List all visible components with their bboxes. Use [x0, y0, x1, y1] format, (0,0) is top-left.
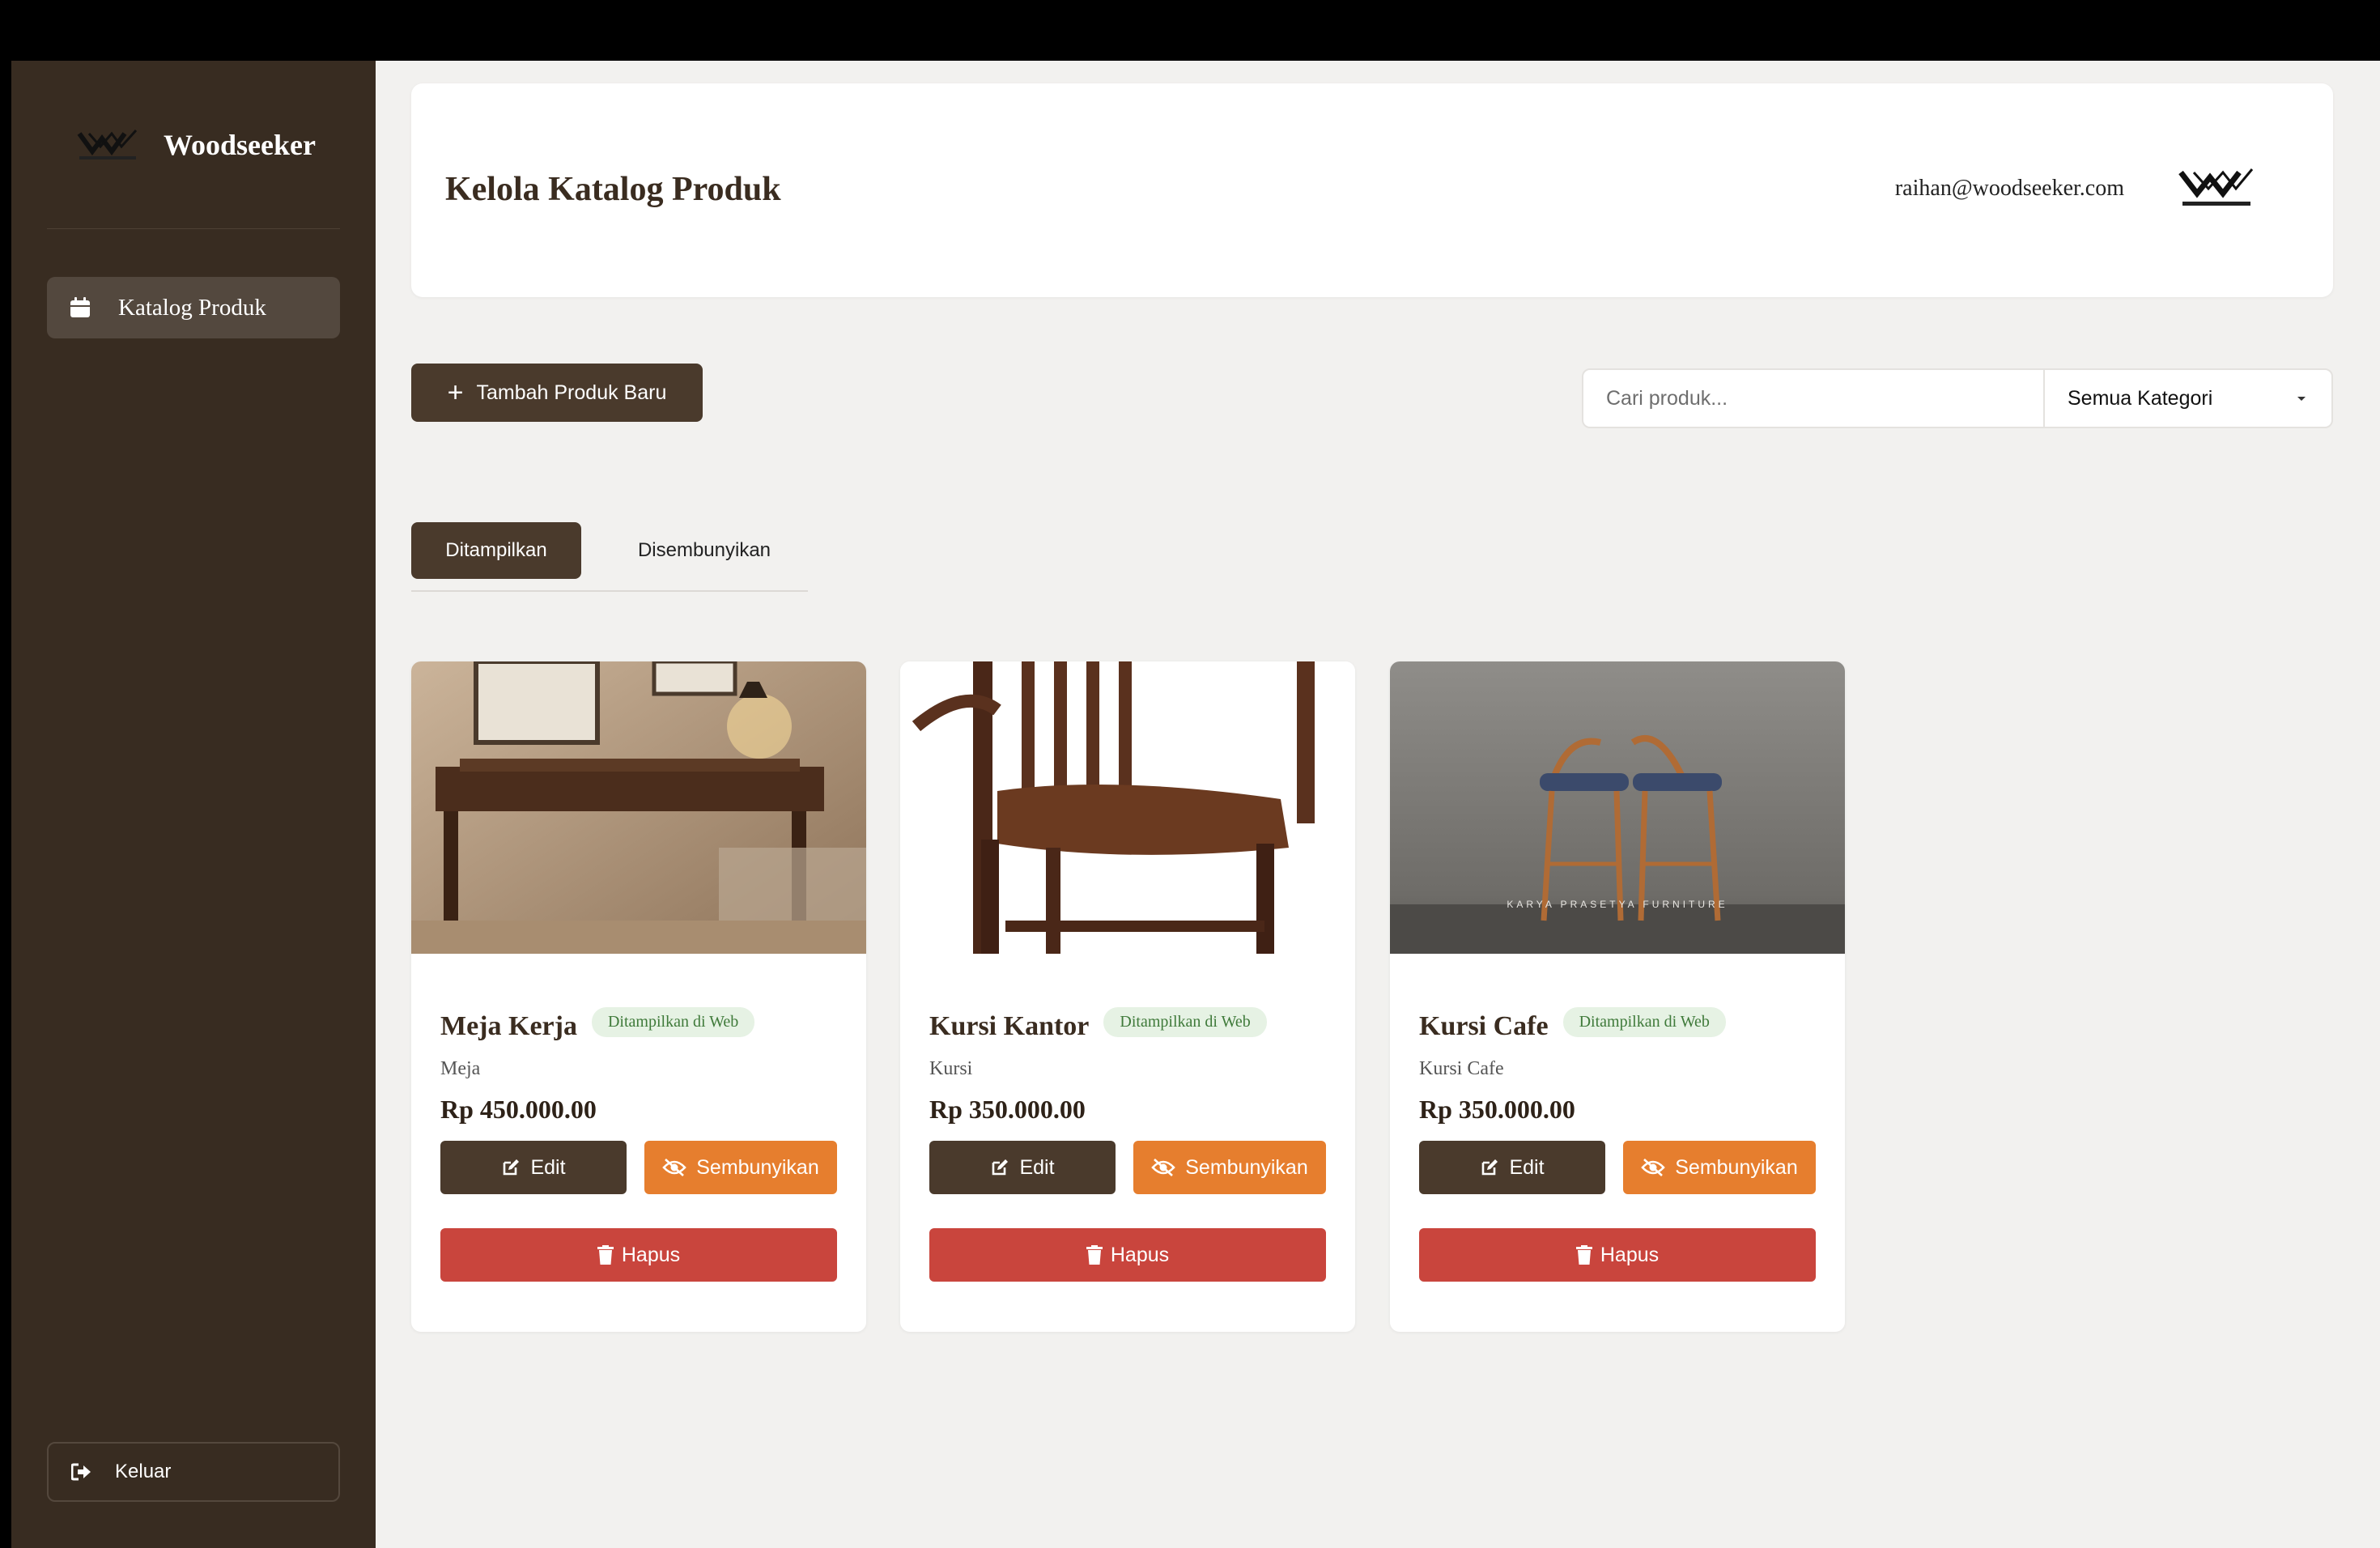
brand-logo	[77, 129, 138, 159]
brand: Woodseeker	[76, 125, 316, 164]
calendar-icon	[70, 297, 90, 317]
trash-icon	[597, 1245, 614, 1265]
hide-label: Sembunyikan	[1185, 1155, 1308, 1179]
product-price: Rp 450.000.00	[440, 1095, 597, 1124]
sidebar-item-katalog-produk[interactable]: Katalog Produk	[47, 277, 340, 338]
page-title: Kelola Katalog Produk	[445, 171, 781, 208]
category-select[interactable]: Semua Kategori	[2043, 368, 2333, 428]
product-card: Meja Kerja Ditampilkan di Web Meja Rp 45…	[411, 661, 866, 1332]
tab-disembunyikan[interactable]: Disembunyikan	[610, 522, 798, 579]
product-name: Meja Kerja	[440, 1011, 577, 1041]
search-input[interactable]	[1582, 368, 2045, 428]
eye-slash-icon	[662, 1159, 687, 1176]
delete-label: Hapus	[621, 1243, 681, 1266]
edit-button[interactable]: Edit	[1419, 1141, 1605, 1194]
user-email: raihan@woodseeker.com	[1894, 176, 2124, 201]
brand-name: Woodseeker	[164, 129, 316, 161]
product-image	[411, 661, 866, 954]
image-watermark: KARYA PRASETYA FURNITURE	[1507, 899, 1728, 910]
status-badge: Ditampilkan di Web	[591, 1006, 755, 1037]
trash-icon	[1086, 1245, 1103, 1265]
product-name: Kursi Cafe	[1419, 1011, 1549, 1041]
hide-button[interactable]: Sembunyikan	[644, 1141, 837, 1194]
logout-label: Keluar	[115, 1461, 172, 1482]
hide-label: Sembunyikan	[696, 1155, 819, 1179]
tab-ditampilkan[interactable]: Ditampilkan	[411, 522, 581, 579]
delete-label: Hapus	[1110, 1243, 1170, 1266]
edit-button[interactable]: Edit	[440, 1141, 627, 1194]
product-name: Kursi Kantor	[929, 1011, 1090, 1041]
delete-button[interactable]: Hapus	[1419, 1228, 1816, 1282]
product-image	[900, 661, 1355, 954]
edit-button[interactable]: Edit	[929, 1141, 1116, 1194]
add-product-label: Tambah Produk Baru	[476, 381, 667, 404]
product-card: Kursi Kantor Ditampilkan di Web Kursi Rp…	[900, 661, 1355, 1332]
hide-button[interactable]: Sembunyikan	[1133, 1141, 1326, 1194]
tabs-divider	[411, 590, 808, 592]
category-select-value: Semua Kategori	[2068, 386, 2213, 410]
delete-button[interactable]: Hapus	[440, 1228, 837, 1282]
hide-button[interactable]: Sembunyikan	[1623, 1141, 1816, 1194]
sidebar: Woodseeker Katalog Produk Keluar	[11, 61, 376, 1548]
product-card: KARYA PRASETYA FURNITURE Kursi Cafe Dita…	[1390, 661, 1845, 1332]
status-badge: Ditampilkan di Web	[1562, 1006, 1726, 1037]
card-body: Meja Kerja Ditampilkan di Web Meja Rp 45…	[440, 1002, 837, 1125]
page-header: Kelola Katalog Produk raihan@woodseeker.…	[411, 83, 2333, 297]
edit-icon	[992, 1159, 1009, 1176]
edit-label: Edit	[1509, 1155, 1545, 1179]
logout-icon	[71, 1463, 91, 1481]
card-body: Kursi Kantor Ditampilkan di Web Kursi Rp…	[929, 1002, 1326, 1125]
chevron-down-icon	[2297, 397, 2306, 401]
delete-button[interactable]: Hapus	[929, 1228, 1326, 1282]
product-category: Kursi	[929, 1058, 973, 1079]
app-screen: Woodseeker Katalog Produk Keluar Kelola …	[11, 61, 2380, 1548]
eye-slash-icon	[1151, 1159, 1176, 1176]
delete-label: Hapus	[1600, 1243, 1660, 1266]
sidebar-divider	[47, 228, 340, 229]
product-category: Kursi Cafe	[1419, 1058, 1504, 1079]
edit-label: Edit	[1019, 1155, 1055, 1179]
hide-label: Sembunyikan	[1675, 1155, 1798, 1179]
edit-icon	[504, 1159, 520, 1176]
product-category: Meja	[440, 1058, 481, 1079]
card-body: Kursi Cafe Ditampilkan di Web Kursi Cafe…	[1419, 1002, 1816, 1125]
logout-button[interactable]: Keluar	[47, 1442, 340, 1502]
edit-icon	[1482, 1159, 1498, 1176]
add-product-button[interactable]: + Tambah Produk Baru	[411, 364, 703, 422]
product-price: Rp 350.000.00	[1419, 1095, 1575, 1124]
plus-icon: +	[447, 377, 464, 408]
product-image: KARYA PRASETYA FURNITURE	[1390, 661, 1845, 954]
eye-slash-icon	[1641, 1159, 1666, 1176]
edit-label: Edit	[530, 1155, 566, 1179]
status-badge: Ditampilkan di Web	[1103, 1006, 1267, 1037]
trash-icon	[1575, 1245, 1592, 1265]
product-price: Rp 350.000.00	[929, 1095, 1086, 1124]
sidebar-item-label: Katalog Produk	[118, 294, 266, 321]
header-logo	[2178, 168, 2254, 206]
